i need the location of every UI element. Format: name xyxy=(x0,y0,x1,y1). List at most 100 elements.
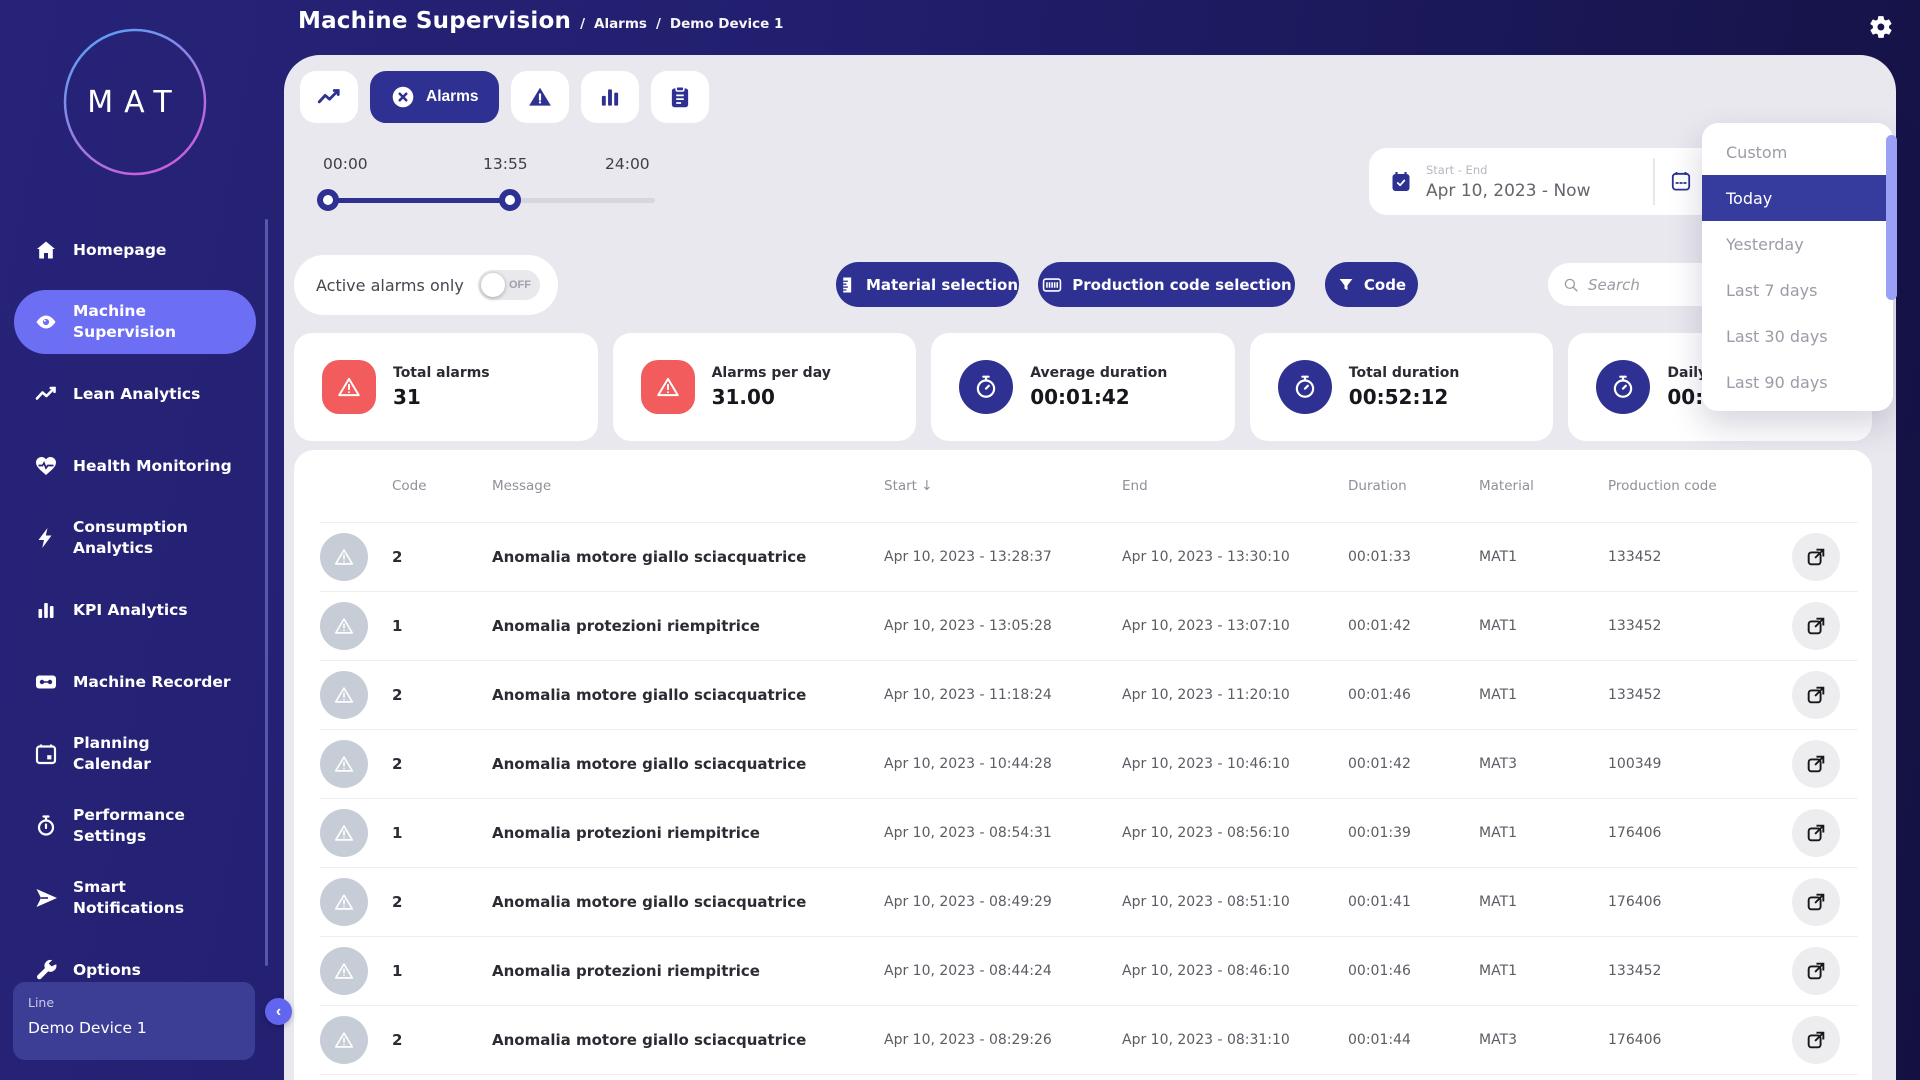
column-header-duration[interactable]: Duration xyxy=(1348,478,1479,494)
cell-code: 2 xyxy=(392,755,492,773)
tab-trends[interactable] xyxy=(300,71,358,123)
sidebar-item-label: Planning Calendar xyxy=(73,733,201,775)
date-range-label: Start - End xyxy=(1426,163,1590,177)
open-detail-button[interactable] xyxy=(1792,740,1840,788)
cassette-icon xyxy=(34,670,58,694)
stat-value: 00:52:12 xyxy=(1349,385,1460,409)
open-in-new-icon xyxy=(1805,891,1827,913)
button-label: Production code selection xyxy=(1072,276,1291,294)
open-detail-button[interactable] xyxy=(1792,533,1840,581)
cell-start: Apr 10, 2023 - 08:54:31 xyxy=(884,825,1122,841)
dropdown-item-last-30-days[interactable]: Last 30 days xyxy=(1702,313,1893,359)
column-header-start[interactable]: Start ↓ xyxy=(884,478,1122,494)
dropdown-item-yesterday[interactable]: Yesterday xyxy=(1702,221,1893,267)
toggle-state-label: OFF xyxy=(509,279,531,291)
column-header-end[interactable]: End xyxy=(1122,478,1348,494)
sidebar-collapse-button[interactable]: ‹ xyxy=(265,998,292,1025)
table-row: 1 Anomalia protezioni riempitrice Apr 10… xyxy=(320,936,1858,1005)
cell-code: 1 xyxy=(392,617,492,635)
sidebar-item-lean-analytics[interactable]: Lean Analytics xyxy=(0,358,270,430)
dropdown-item-today[interactable]: Today xyxy=(1702,175,1893,221)
material-selection-button[interactable]: Material selection xyxy=(836,262,1019,307)
stat-value: 00:01:42 xyxy=(1030,385,1167,409)
warning-circle-icon xyxy=(320,740,368,788)
cell-start: Apr 10, 2023 - 13:05:28 xyxy=(884,618,1122,634)
warning-circle-icon xyxy=(320,878,368,926)
breadcrumb-separator: / xyxy=(580,16,585,32)
code-filter-button[interactable]: Code xyxy=(1325,262,1418,307)
cell-duration: 00:01:33 xyxy=(1348,549,1479,565)
open-detail-button[interactable] xyxy=(1792,809,1840,857)
breadcrumb-alarms[interactable]: Alarms xyxy=(594,16,647,32)
sidebar-item-consumption-analytics[interactable]: Consumption Analytics xyxy=(0,502,270,574)
column-header-code[interactable]: Code xyxy=(392,478,492,494)
cell-code: 2 xyxy=(392,686,492,704)
cell-end: Apr 10, 2023 - 10:46:10 xyxy=(1122,756,1348,772)
dropdown-item-custom[interactable]: Custom xyxy=(1702,129,1893,175)
calendar-outline-icon xyxy=(1669,169,1693,193)
sidebar-scrollbar[interactable] xyxy=(265,219,268,966)
mat-logo: MAT xyxy=(63,28,207,176)
sidebar-item-health-monitoring[interactable]: Health Monitoring xyxy=(0,430,270,502)
tab-statistics[interactable] xyxy=(581,71,639,123)
page-scrollbar-thumb[interactable] xyxy=(1886,135,1897,300)
date-range-picker[interactable]: Start - End Apr 10, 2023 - Now xyxy=(1369,148,1729,215)
slider-handle-start[interactable] xyxy=(317,189,339,211)
breadcrumb-device[interactable]: Demo Device 1 xyxy=(670,16,783,32)
stat-label: Total alarms xyxy=(393,365,490,381)
sidebar-item-machine-supervision[interactable]: Machine Supervision xyxy=(14,290,256,354)
barcode-icon xyxy=(1041,274,1063,296)
slider-labels: 00:00 13:55 24:00 xyxy=(300,155,700,175)
column-header-message[interactable]: Message xyxy=(492,478,884,494)
dropdown-item-last-7-days[interactable]: Last 7 days xyxy=(1702,267,1893,313)
column-header-production-code[interactable]: Production code xyxy=(1608,478,1774,494)
cell-end: Apr 10, 2023 - 13:30:10 xyxy=(1122,549,1348,565)
cell-production-code: 176406 xyxy=(1608,894,1774,910)
tab-report[interactable] xyxy=(651,71,709,123)
sidebar-item-machine-recorder[interactable]: Machine Recorder xyxy=(0,646,270,718)
slider-end-label: 24:00 xyxy=(605,155,650,173)
bar-chart-icon xyxy=(34,598,58,622)
slider-handle-end[interactable] xyxy=(499,189,521,211)
open-detail-button[interactable] xyxy=(1792,947,1840,995)
table-row: 2 Anomalia motore giallo sciacquatrice A… xyxy=(320,867,1858,936)
column-header-material[interactable]: Material xyxy=(1479,478,1608,494)
open-detail-button[interactable] xyxy=(1792,1016,1840,1064)
cell-material: MAT3 xyxy=(1479,756,1608,772)
cell-message: Anomalia motore giallo sciacquatrice xyxy=(492,893,884,911)
heart-pulse-icon xyxy=(34,454,58,478)
open-detail-button[interactable] xyxy=(1792,878,1840,926)
cell-production-code: 133452 xyxy=(1608,618,1774,634)
search-input[interactable] xyxy=(1588,276,1708,294)
dropdown-item-last-90-days[interactable]: Last 90 days xyxy=(1702,359,1893,405)
sidebar-item-homepage[interactable]: Homepage xyxy=(0,214,270,286)
active-alarms-toggle[interactable]: OFF xyxy=(478,270,540,300)
chevron-left-icon: ‹ xyxy=(276,1003,281,1021)
cell-production-code: 133452 xyxy=(1608,687,1774,703)
table-row-partial xyxy=(320,1074,1858,1080)
cell-start: Apr 10, 2023 - 08:29:26 xyxy=(884,1032,1122,1048)
settings-gear-icon[interactable] xyxy=(1867,14,1895,42)
slider-track[interactable] xyxy=(300,188,700,212)
sidebar-item-smart-notifications[interactable]: Smart Notifications xyxy=(0,862,270,934)
cell-end: Apr 10, 2023 - 08:31:10 xyxy=(1122,1032,1348,1048)
sidebar-item-kpi-analytics[interactable]: KPI Analytics xyxy=(0,574,270,646)
stopwatch-icon xyxy=(1596,360,1650,414)
open-detail-button[interactable] xyxy=(1792,671,1840,719)
button-label: Code xyxy=(1364,276,1406,294)
production-code-selection-button[interactable]: Production code selection xyxy=(1038,262,1295,307)
sidebar-item-planning-calendar[interactable]: Planning Calendar xyxy=(0,718,270,790)
tab-alarms[interactable]: Alarms xyxy=(370,71,499,123)
tab-warnings[interactable] xyxy=(511,71,569,123)
cell-production-code: 176406 xyxy=(1608,1032,1774,1048)
cell-duration: 00:01:42 xyxy=(1348,756,1479,772)
filter-funnel-icon xyxy=(1337,276,1355,294)
sidebar: MAT Homepage Machine Supervision Lean An… xyxy=(0,0,270,1080)
device-selector-card[interactable]: Line Demo Device 1 xyxy=(13,982,255,1060)
stat-card-total-alarms: Total alarms 31 xyxy=(294,333,598,441)
sidebar-item-performance-settings[interactable]: Performance Settings xyxy=(0,790,270,862)
open-detail-button[interactable] xyxy=(1792,602,1840,650)
home-icon xyxy=(34,238,58,262)
trend-line-icon xyxy=(34,382,58,406)
cell-start: Apr 10, 2023 - 13:28:37 xyxy=(884,549,1122,565)
